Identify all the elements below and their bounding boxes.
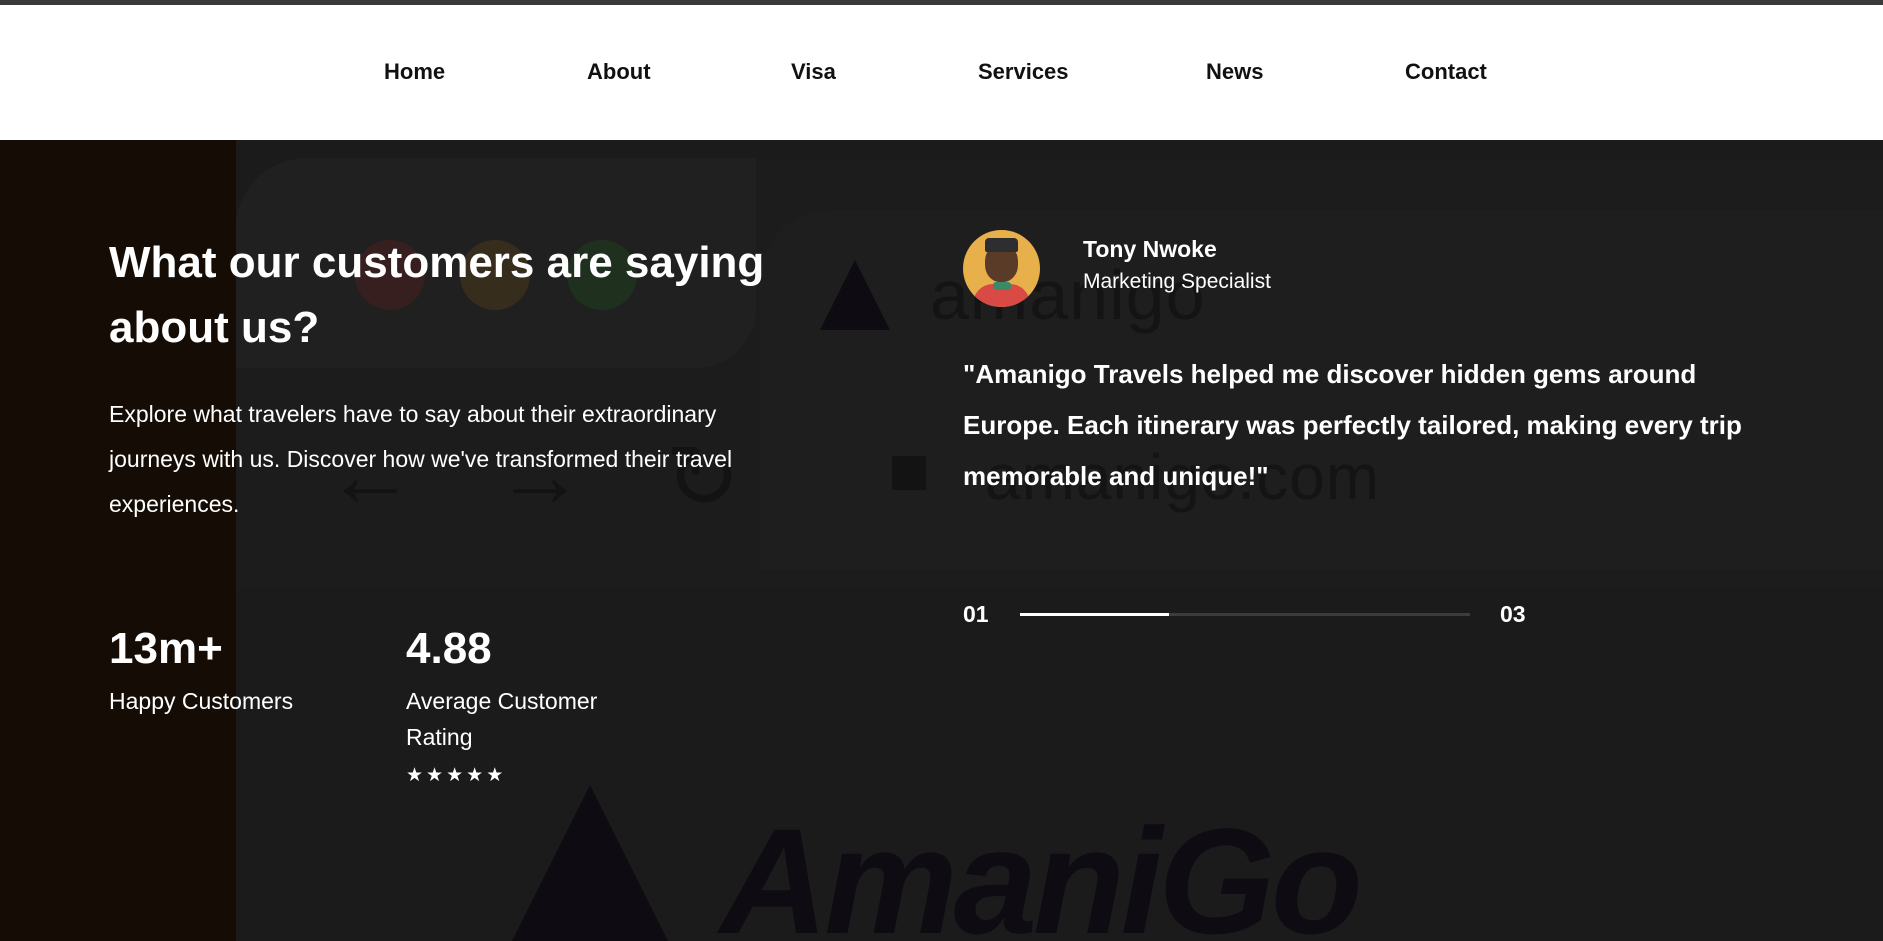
slider-progress-bar[interactable]: [1020, 613, 1470, 616]
stat-happy-customers-label: Happy Customers: [109, 688, 294, 714]
stat-happy-customers-value: 13m+: [109, 624, 223, 673]
slider-current-index: 01: [963, 601, 989, 627]
avatar: [963, 230, 1040, 307]
background-brand-logo: AmaniGo: [720, 797, 1363, 941]
slider-progress-fill: [1020, 613, 1169, 616]
nav-link-services[interactable]: Services: [978, 59, 1069, 85]
nav-link-home[interactable]: Home: [384, 59, 445, 85]
avatar-bowtie: [993, 282, 1011, 290]
stat-rating-value: 4.88: [406, 624, 492, 673]
rating-stars: ★★★★★: [406, 764, 506, 787]
background-lock-icon: ■: [888, 431, 931, 509]
nav-link-about[interactable]: About: [587, 59, 651, 85]
background-logo-icon: [505, 785, 675, 941]
testimonial-author-role: Marketing Specialist: [1083, 270, 1271, 293]
star-icon: ★: [406, 765, 427, 786]
section-intro: Explore what travelers have to say about…: [109, 401, 733, 517]
star-icon: ★: [446, 765, 467, 786]
nav-link-visa[interactable]: Visa: [791, 59, 836, 85]
star-icon: ★: [426, 765, 447, 786]
nav-link-contact[interactable]: Contact: [1405, 59, 1487, 85]
testimonial-quote: "Amanigo Travels helped me discover hidd…: [963, 359, 1742, 491]
top-navigation: Home About Visa Services News Contact: [0, 5, 1883, 140]
stat-rating-label: Average Customer Rating: [406, 688, 598, 750]
background-tab-logo-icon: [820, 260, 890, 330]
testimonial-author-name: Tony Nwoke: [1083, 236, 1217, 262]
nav-link-news[interactable]: News: [1206, 59, 1263, 85]
star-icon: ★: [486, 765, 507, 786]
avatar-hat: [985, 238, 1018, 252]
section-title: What our customers are saying about us?: [109, 238, 765, 352]
star-icon: ★: [466, 765, 487, 786]
slider-total-count: 03: [1500, 601, 1526, 627]
